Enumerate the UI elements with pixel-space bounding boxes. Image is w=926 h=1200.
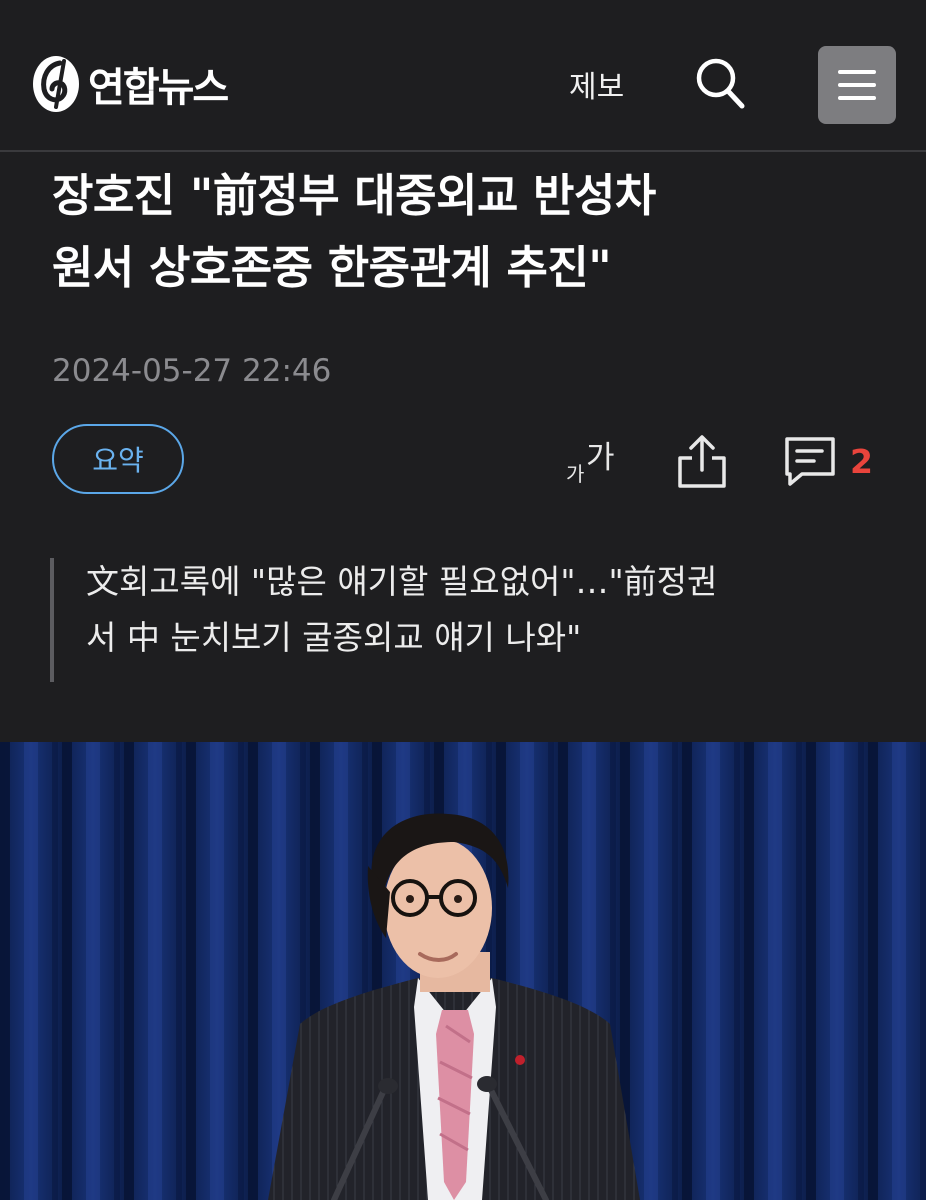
headline-line-1: 장호진 "前정부 대중외교 반성차 — [52, 169, 656, 222]
subtitle-line-1: 文회고록에 "많은 얘기할 필요없어"…"前정권 — [86, 562, 718, 601]
font-size-small-glyph: 가 — [566, 462, 585, 486]
comment-count[interactable]: 2 — [850, 442, 873, 481]
logo-text: 연합뉴스 — [88, 65, 229, 111]
yonhap-logo-icon — [33, 56, 79, 112]
hamburger-menu-icon — [838, 70, 876, 74]
article-subtitle: 文회고록에 "많은 얘기할 필요없어"…"前정권 서 中 눈치보기 굴종외교 얘… — [50, 558, 872, 682]
share-icon[interactable] — [672, 432, 732, 492]
font-size-big-glyph: 가 — [586, 440, 615, 476]
comment-icon[interactable] — [782, 434, 838, 488]
press-briefing-photo — [0, 742, 926, 1200]
search-icon[interactable] — [694, 56, 746, 110]
article-photo — [0, 742, 926, 1200]
headline-line-2: 원서 상호존중 한중관계 추진" — [52, 241, 612, 294]
article-date: 2024-05-27 22:46 — [52, 353, 332, 389]
top-navigation-bar: 연합뉴스 제보 — [0, 0, 926, 152]
summary-button[interactable]: 요약 — [52, 424, 184, 494]
subtitle-line-2: 서 中 눈치보기 굴종외교 얘기 나와" — [86, 618, 582, 657]
tip-link[interactable]: 제보 — [569, 62, 624, 106]
hamburger-menu-button[interactable] — [818, 46, 896, 124]
article-headline: 장호진 "前정부 대중외교 반성차 원서 상호존중 한중관계 추진" — [52, 160, 892, 304]
font-size-button[interactable]: 가 가 — [560, 432, 630, 492]
yonhap-logo[interactable]: 연합뉴스 — [30, 52, 229, 116]
